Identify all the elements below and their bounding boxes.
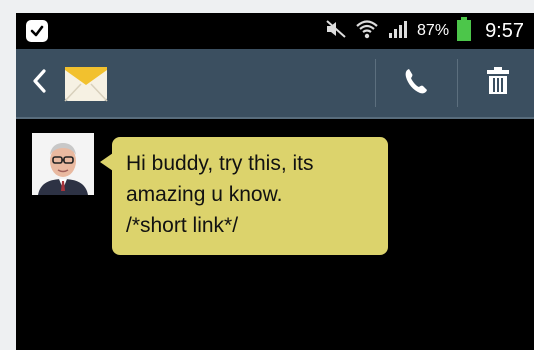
message-text-line: Hi buddy, try this, its	[126, 152, 314, 175]
message-text-line: amazing u know.	[126, 183, 283, 206]
sender-avatar[interactable]	[32, 133, 94, 195]
back-arrow-icon	[31, 68, 47, 99]
signal-icon	[387, 19, 409, 44]
phone-screen: 87% 9:57 Hi buddy, try this, its amazing…	[16, 13, 534, 350]
message-text-line: /*short link*/	[126, 214, 239, 237]
action-divider	[457, 59, 458, 107]
call-button[interactable]	[388, 63, 444, 103]
envelope-icon	[64, 63, 108, 103]
clock: 9:57	[485, 19, 524, 42]
message-bubble[interactable]: Hi buddy, try this, its amazing u know. …	[100, 137, 388, 255]
action-bar	[16, 49, 534, 119]
battery-icon	[457, 16, 472, 46]
mute-icon	[325, 19, 347, 44]
battery-percent: 87%	[417, 22, 450, 39]
action-divider	[375, 59, 376, 107]
trash-icon	[486, 66, 510, 100]
phone-icon	[403, 67, 429, 100]
bubble-tail	[100, 153, 113, 171]
status-bar: 87% 9:57	[16, 13, 534, 49]
back-button[interactable]	[26, 65, 52, 101]
conversation: Hi buddy, try this, its amazing u know. …	[16, 119, 534, 350]
delete-button[interactable]	[468, 63, 528, 103]
status-icons: 87% 9:57	[325, 13, 524, 49]
app-notification-icon	[26, 20, 48, 42]
wifi-icon	[355, 18, 379, 45]
